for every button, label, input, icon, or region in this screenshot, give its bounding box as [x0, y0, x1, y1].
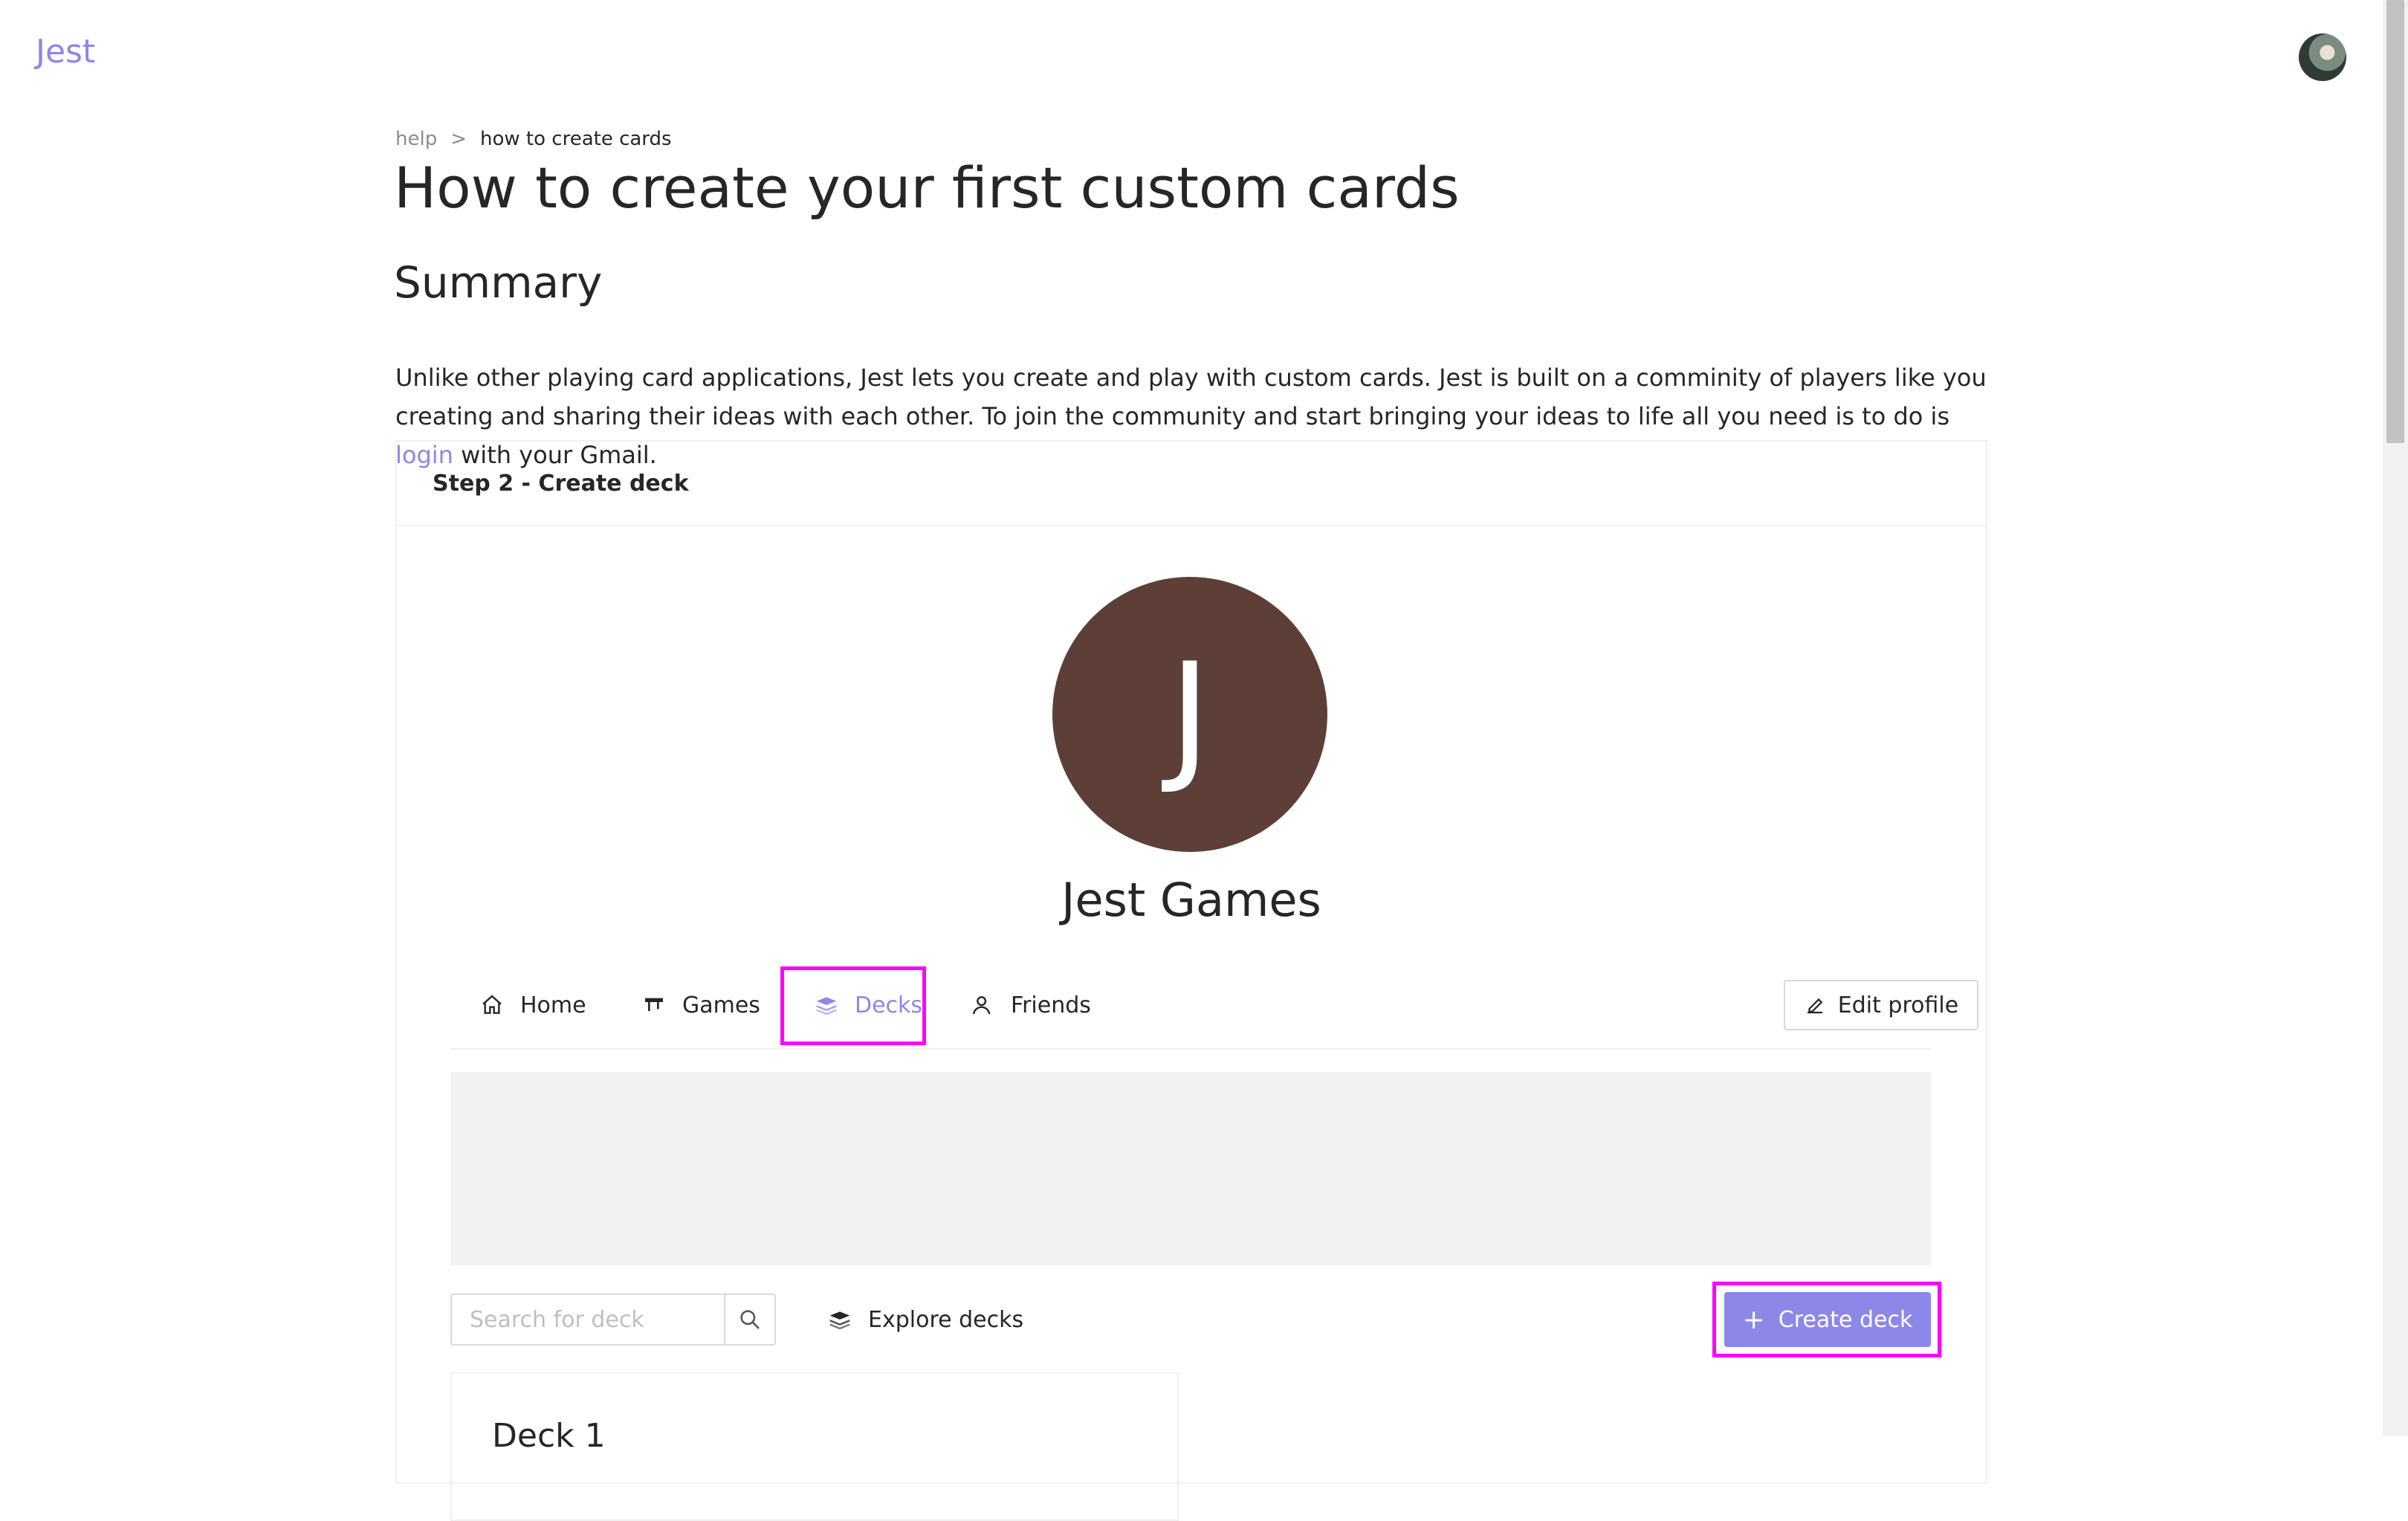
decks-highlight — [780, 966, 926, 1045]
summary-heading: Summary — [394, 257, 603, 308]
breadcrumb-item-current: how to create cards — [480, 128, 672, 150]
tab-home-label: Home — [520, 992, 586, 1018]
profile-name: Jest Games — [1061, 873, 1321, 927]
search-icon — [740, 1310, 760, 1329]
home-icon — [482, 995, 502, 1014]
explore-decks-label: Explore decks — [868, 1306, 1024, 1333]
search-input[interactable] — [450, 1294, 724, 1346]
decks-icon — [829, 1311, 850, 1330]
content-placeholder — [450, 1072, 1931, 1265]
user-avatar[interactable] — [2299, 33, 2346, 81]
plus-icon: + — [1742, 1304, 1765, 1335]
profile-avatar: J — [1052, 577, 1327, 852]
step-card-title: Step 2 - Create deck — [397, 442, 1986, 526]
profile-tabs: Home Games Decks Friends Edit profile — [450, 965, 1978, 1050]
tab-home[interactable]: Home — [480, 965, 586, 1045]
breadcrumb: help > how to create cards — [395, 128, 672, 150]
summary-text: Unlike other playing card applications, … — [395, 364, 1987, 430]
deck-card[interactable]: Deck 1 — [450, 1372, 1179, 1521]
games-icon — [645, 998, 663, 1011]
scrollbar-thumb[interactable] — [2386, 0, 2404, 443]
page-title: How to create your first custom cards — [394, 155, 1460, 221]
search-button[interactable] — [724, 1294, 776, 1346]
step-card: Step 2 - Create deck J Jest Games Home G… — [395, 440, 1987, 1521]
profile-initial: J — [1168, 632, 1211, 797]
page-scrollbar[interactable] — [2383, 0, 2408, 1436]
edit-profile-button[interactable]: Edit profile — [1784, 980, 1978, 1030]
friends-icon — [972, 996, 991, 1015]
breadcrumb-separator: > — [450, 128, 467, 150]
app-logo[interactable]: Jest — [36, 33, 95, 71]
edit-icon — [1807, 998, 1823, 1014]
create-deck-button[interactable]: + Create deck — [1724, 1292, 1931, 1347]
tab-friends-label: Friends — [1011, 992, 1091, 1018]
edit-profile-label: Edit profile — [1837, 992, 1959, 1018]
breadcrumb-item-help[interactable]: help — [395, 128, 437, 150]
tab-games[interactable]: Games — [642, 965, 760, 1045]
explore-decks-button[interactable]: Explore decks — [828, 1294, 1023, 1346]
create-deck-label: Create deck — [1778, 1306, 1913, 1333]
tab-games-label: Games — [682, 992, 760, 1018]
tab-friends[interactable]: Friends — [971, 965, 1091, 1045]
